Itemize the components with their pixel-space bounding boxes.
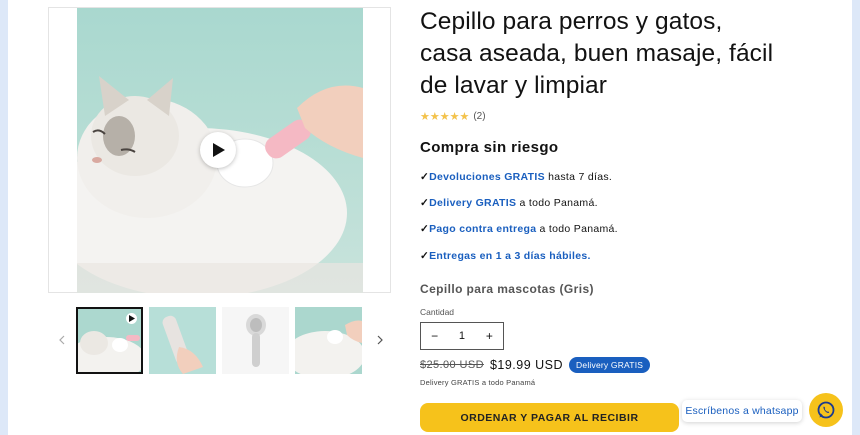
compare-at-price: $25.00 USD: [420, 359, 484, 371]
benefit-delivery: ✓Delivery GRATIS a todo Panamá.: [420, 197, 598, 209]
benefit-text: a todo Panamá.: [536, 223, 618, 235]
benefit-cash-on-delivery: ✓Pago contra entrega a todo Panamá.: [420, 223, 618, 235]
whatsapp-icon: [817, 401, 835, 419]
benefit-text: hasta 7 días.: [544, 171, 613, 183]
sale-price: $19.99 USD: [489, 358, 564, 372]
thumbnail-brush-hand[interactable]: [149, 307, 216, 374]
check-icon: ✓: [420, 223, 430, 235]
product-title: Cepillo para perros y gatos, casa aseada…: [420, 8, 774, 99]
whatsapp-button[interactable]: [809, 393, 843, 427]
delivery-note: Delivery GRATIS a todo Panamá: [420, 378, 536, 387]
thumbnail-video[interactable]: [76, 307, 143, 374]
delivery-badge: Delivery GRATIS: [569, 357, 651, 373]
quantity-label: Cantidad: [420, 307, 455, 317]
check-icon: ✓: [420, 250, 430, 262]
variant-name: Cepillo para mascotas (Gris): [420, 282, 594, 296]
play-icon: [213, 143, 225, 157]
benefit-highlight: Delivery GRATIS: [429, 197, 517, 209]
decrease-quantity-button[interactable]: −: [421, 329, 448, 343]
risk-free-heading: Compra sin riesgo: [420, 139, 559, 156]
benefit-text: a todo Panamá.: [516, 197, 598, 209]
benefit-returns: ✓Devoluciones GRATIS hasta 7 días.: [420, 171, 612, 183]
benefit-highlight: Devoluciones GRATIS: [429, 171, 545, 183]
whatsapp-prompt[interactable]: Escríbenos a whatsapp: [682, 400, 802, 422]
review-count: (2): [473, 110, 486, 122]
product-video-poster[interactable]: [77, 8, 363, 293]
benefit-highlight: Pago contra entrega: [429, 223, 537, 235]
price-row: $25.00 USD $19.99 USD Delivery GRATIS: [420, 357, 651, 373]
chevron-left-icon[interactable]: [56, 333, 70, 347]
check-icon: ✓: [420, 197, 430, 209]
increase-quantity-button[interactable]: +: [476, 329, 503, 343]
thumbnail-strip: [48, 307, 391, 375]
order-pay-on-delivery-button[interactable]: ORDENAR Y PAGAR AL RECIBIR: [420, 403, 679, 432]
benefit-highlight: Entregas en 1 a 3 días hábiles.: [429, 250, 591, 262]
main-media-frame[interactable]: [48, 7, 391, 293]
check-icon: ✓: [420, 171, 430, 183]
benefit-shipping-time: ✓Entregas en 1 a 3 días hábiles.: [420, 250, 591, 262]
thumbnail-cat-brushing[interactable]: [295, 307, 362, 374]
thumbnail-brush-product[interactable]: [222, 307, 289, 374]
quantity-stepper: − 1 +: [420, 322, 504, 350]
star-rating-icon: ★★★★★: [420, 110, 470, 123]
play-video-button[interactable]: [200, 132, 236, 168]
quantity-input[interactable]: 1: [448, 330, 475, 342]
chevron-right-icon[interactable]: [372, 333, 386, 347]
rating-summary[interactable]: ★★★★★ (2): [420, 109, 486, 123]
product-page: Cepillo para perros y gatos, casa aseada…: [8, 0, 852, 435]
thumbnail-play-icon: [126, 313, 137, 324]
